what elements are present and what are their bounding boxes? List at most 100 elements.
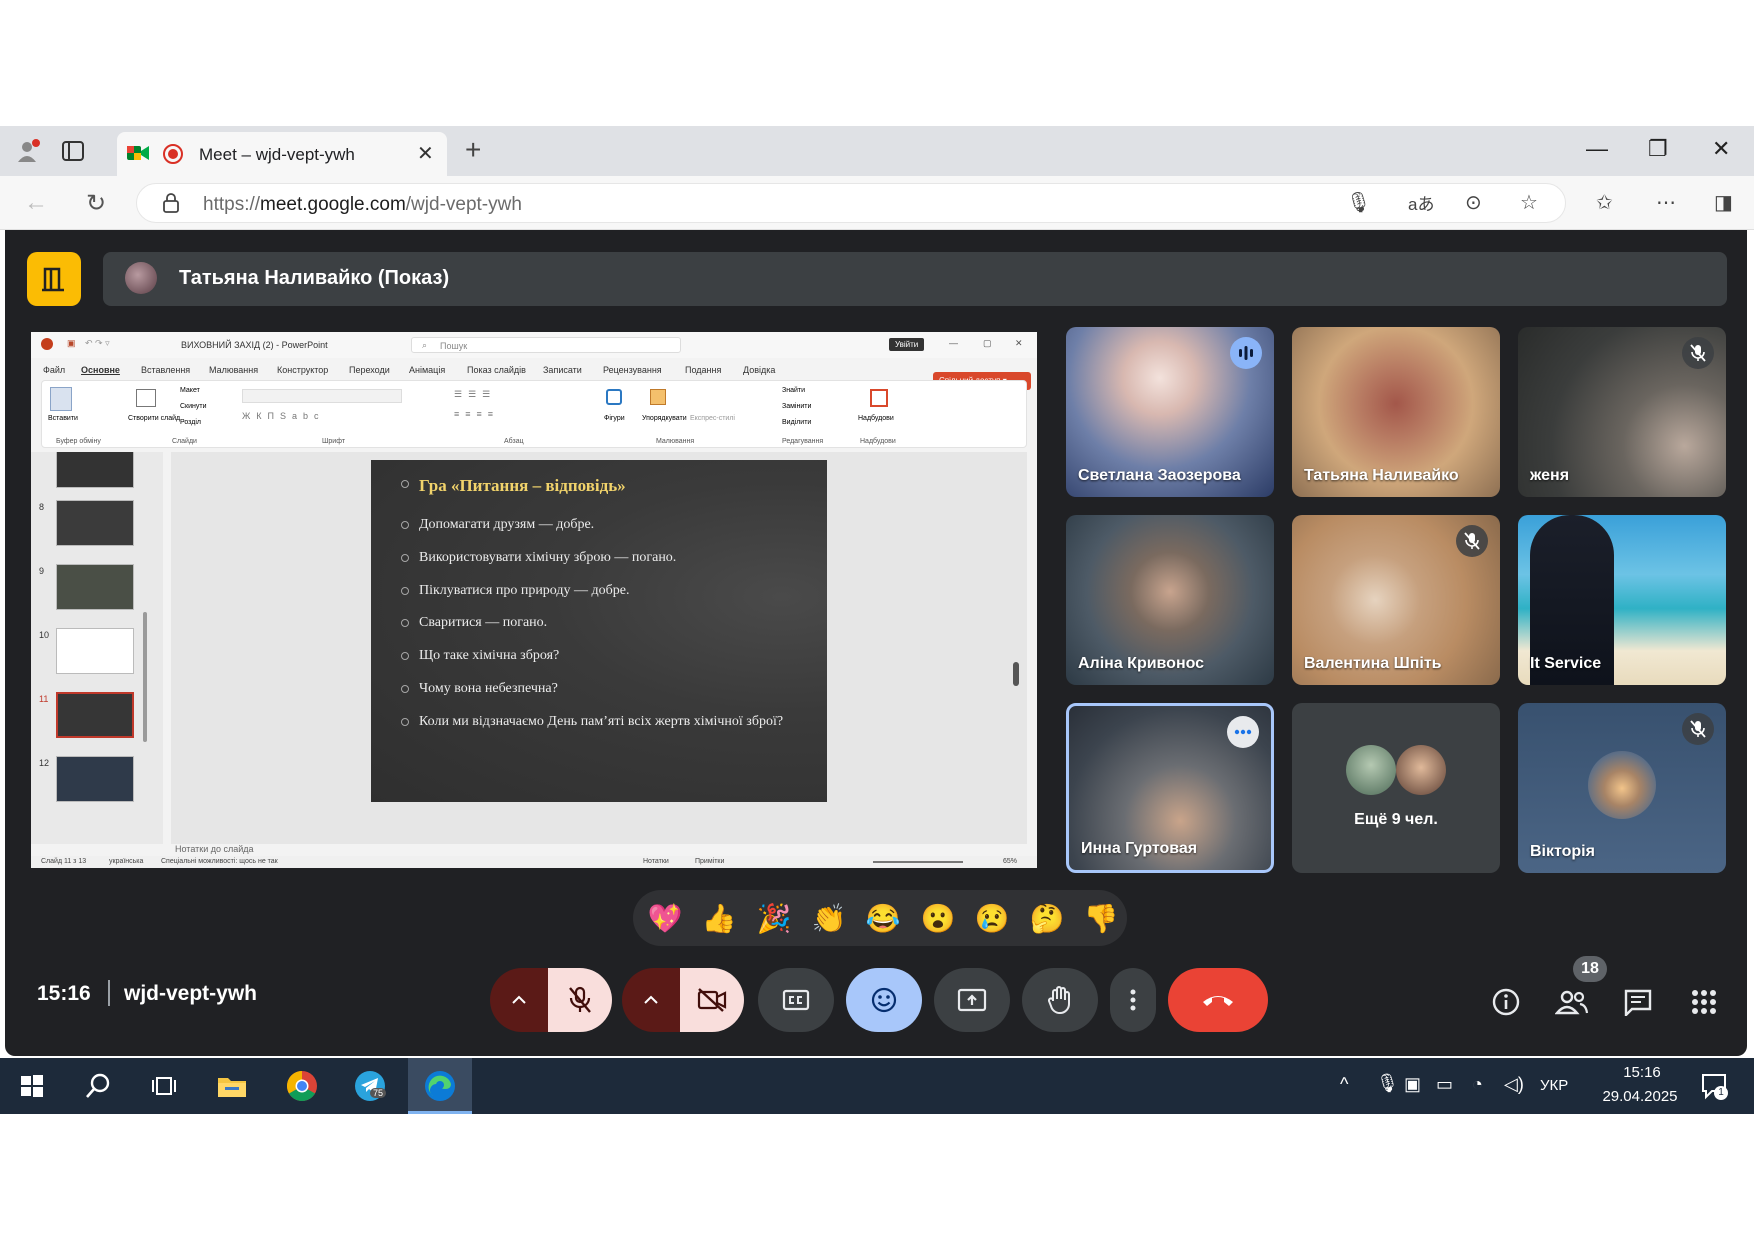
participant-tile[interactable]: It Service: [1518, 515, 1726, 685]
participant-name: Инна Гуртовая: [1081, 840, 1198, 857]
back-icon[interactable]: ←: [24, 189, 48, 217]
reaction-party-button[interactable]: 🎉: [756, 900, 792, 936]
tray-mic-icon[interactable]: 🎙: [1376, 1073, 1399, 1094]
reaction-heart-button[interactable]: 💖: [647, 900, 683, 936]
tray-overflow-icon[interactable]: ^: [1340, 1074, 1348, 1095]
extension-icon[interactable]: ⊙: [1465, 190, 1482, 215]
activities-grid-icon[interactable]: [1686, 984, 1722, 1020]
ribbon-item: Скинути: [180, 403, 207, 410]
reaction-surprised-button[interactable]: 😮: [920, 900, 956, 936]
microphone-icon[interactable]: 🎙: [1346, 190, 1371, 215]
participant-tile[interactable]: Аліна Кривонос: [1066, 515, 1274, 685]
captions-button[interactable]: [758, 968, 834, 1032]
pp-menu: Показ слайдів: [467, 365, 526, 375]
participant-tile[interactable]: Татьяна Наливайко: [1292, 327, 1500, 497]
favorite-star-icon[interactable]: ☆: [1520, 190, 1538, 215]
windows-start-icon[interactable]: [14, 1068, 50, 1104]
favorites-icon[interactable]: ✩: [1596, 190, 1613, 215]
shared-screen[interactable]: ▣ ↶ ↷ ▿ ВИХОВНИЙ ЗАХІД (2) - PowerPoint …: [31, 332, 1037, 868]
ribbon-item: Замінити: [782, 403, 812, 410]
chrome-icon[interactable]: [284, 1068, 320, 1104]
canvas-scrollbar: [1013, 662, 1019, 686]
pp-search-placeholder: Пошук: [440, 341, 468, 351]
presentation-button[interactable]: [27, 252, 81, 306]
ribbon-group: Абзац: [504, 438, 524, 445]
window-close-icon[interactable]: ✕: [1712, 136, 1730, 162]
audio-options-button[interactable]: [490, 968, 548, 1032]
video-options-button[interactable]: [622, 968, 680, 1032]
ribbon-group: Буфер обміну: [56, 438, 101, 445]
captions-icon: [782, 989, 810, 1011]
participant-name: Светлана Заозерова: [1078, 467, 1241, 484]
pp-window-title: ВИХОВНИЙ ЗАХІД (2) - PowerPoint: [181, 340, 328, 350]
meeting-time: 15:16: [37, 982, 91, 1005]
people-icon[interactable]: [1554, 984, 1590, 1020]
edge-icon[interactable]: [422, 1068, 458, 1104]
ribbon-group: Малювання: [656, 438, 695, 445]
arrange-icon: [650, 389, 666, 405]
notification-center-icon[interactable]: 1: [1700, 1072, 1728, 1100]
sidebar-icon[interactable]: ◨: [1714, 190, 1733, 215]
participant-tile[interactable]: Вікторія: [1518, 703, 1726, 873]
translate-icon[interactable]: aあ: [1408, 190, 1434, 215]
new-tab-button[interactable]: +: [465, 134, 481, 166]
meet-window: Татьяна Наливайко (Показ) ▣ ↶ ↷ ▿ ВИХОВН…: [5, 230, 1747, 1056]
new-slide-icon: [136, 389, 156, 407]
volume-icon[interactable]: ◁): [1504, 1074, 1524, 1095]
search-icon[interactable]: [80, 1068, 116, 1104]
pp-status-zoom: 65%: [1003, 858, 1018, 865]
reaction-laugh-button[interactable]: 😂: [865, 900, 901, 936]
microphone-toggle-button[interactable]: [548, 968, 612, 1032]
task-view-icon[interactable]: [146, 1068, 182, 1104]
more-menu-icon[interactable]: ⋯: [1656, 190, 1676, 215]
reaction-thumbs-down-button[interactable]: 👎: [1083, 900, 1119, 936]
slide-bullet: [401, 480, 409, 488]
chat-icon[interactable]: [1620, 984, 1656, 1020]
profile-icon[interactable]: [16, 138, 42, 164]
reaction-clap-button[interactable]: 👏: [811, 900, 847, 936]
refresh-icon[interactable]: ↻: [86, 189, 106, 218]
pp-search-icon: ⌕: [422, 340, 428, 350]
reaction-cry-button[interactable]: 😢: [974, 900, 1010, 936]
thumb-number: 9: [39, 566, 45, 576]
reaction-thinking-button[interactable]: 🤔: [1029, 900, 1065, 936]
more-options-icon[interactable]: [1227, 716, 1259, 748]
participant-tile[interactable]: Валентина Шпіть: [1292, 515, 1500, 685]
file-explorer-icon[interactable]: [214, 1068, 250, 1104]
reaction-thumbs-up-button[interactable]: 👍: [701, 900, 737, 936]
presenter-bar: Татьяна Наливайко (Показ): [103, 252, 1727, 306]
pp-close-icon: ✕: [1015, 338, 1023, 348]
battery-icon[interactable]: ▭: [1436, 1074, 1453, 1095]
tray-camera-icon[interactable]: ▣: [1404, 1074, 1421, 1095]
more-options-button[interactable]: [1110, 968, 1156, 1032]
raise-hand-button[interactable]: [1022, 968, 1098, 1032]
more-participants-label: Ещё 9 чел.: [1354, 811, 1438, 828]
chevron-up-icon: [512, 995, 526, 1004]
participant-tile[interactable]: Светлана Заозерова: [1066, 327, 1274, 497]
more-participants-tile[interactable]: Ещё 9 чел.: [1292, 703, 1500, 873]
lock-icon[interactable]: [163, 193, 179, 213]
reactions-button[interactable]: [846, 968, 922, 1032]
save-icon: ▣: [67, 338, 76, 348]
restore-icon[interactable]: ❐: [1648, 136, 1668, 162]
tab-actions-icon[interactable]: [60, 138, 86, 164]
meeting-details-icon[interactable]: [1488, 984, 1524, 1020]
camera-toggle-button[interactable]: [680, 968, 744, 1032]
mic-off-icon: [1456, 525, 1488, 557]
powerpoint-statusbar: Слайд 11 з 13 українська Спеціальні можл…: [31, 856, 1037, 868]
present-button[interactable]: [934, 968, 1010, 1032]
slide-bullet: [401, 718, 409, 726]
leave-call-button[interactable]: [1168, 968, 1268, 1032]
pp-menu: Конструктор: [277, 365, 329, 375]
wifi-icon[interactable]: ◔: [1472, 1074, 1483, 1095]
participant-tile-self[interactable]: Инна Гуртовая: [1066, 703, 1274, 873]
telegram-icon[interactable]: 75: [352, 1068, 388, 1104]
system-time[interactable]: 15:16: [1610, 1064, 1674, 1081]
minimize-icon[interactable]: —: [1586, 136, 1608, 162]
tab-meet[interactable]: Meet – wjd-vept-ywh ✕: [117, 132, 447, 176]
keyboard-language[interactable]: УКР: [1540, 1077, 1568, 1094]
tab-close-icon[interactable]: ✕: [417, 141, 434, 166]
participant-tile[interactable]: женя: [1518, 327, 1726, 497]
system-date[interactable]: 29.04.2025: [1585, 1088, 1695, 1105]
slide-thumbnail-selected: [56, 692, 134, 738]
